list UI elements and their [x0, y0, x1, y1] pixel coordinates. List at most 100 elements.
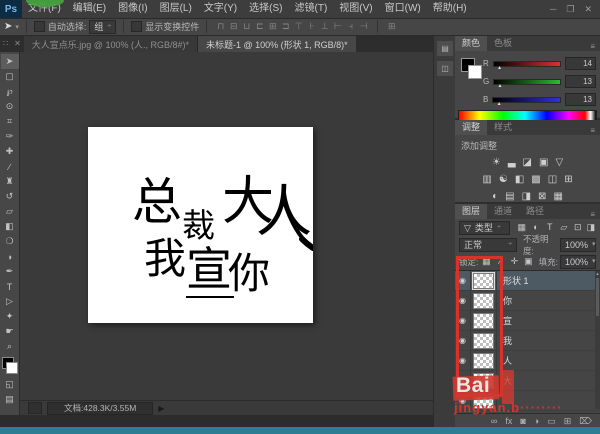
distribute-horizontal-centers-icon[interactable]: ⫞: [344, 21, 357, 32]
document-tab[interactable]: 大人宣点乐.jpg @ 100% (人., RGB/8#)*: [24, 36, 198, 52]
blue-value[interactable]: 13: [565, 93, 596, 106]
panel-menu-icon[interactable]: ≡: [590, 210, 600, 219]
filter-toggle-icon[interactable]: ◨: [586, 222, 596, 233]
layer-list-scrollbar[interactable]: ▲: [595, 271, 600, 409]
menu-item[interactable]: 编辑(E): [67, 0, 112, 18]
align-right-edges-icon[interactable]: ⊐: [279, 21, 292, 32]
black-white-icon[interactable]: ◧: [515, 174, 524, 185]
shape-tool[interactable]: ✦: [1, 309, 19, 324]
close-icon[interactable]: ✕: [584, 4, 592, 15]
brightness-contrast-icon[interactable]: ☀: [492, 157, 501, 168]
distribute-bottom-edges-icon[interactable]: ⊥: [318, 21, 331, 32]
brush-tool[interactable]: ∕: [1, 159, 19, 174]
tab-scroll-icon[interactable]: ∷: [0, 36, 11, 52]
channel-mixer-icon[interactable]: ◫: [548, 174, 557, 185]
panel-tab[interactable]: 图层: [455, 204, 487, 219]
blur-tool[interactable]: ❍: [1, 234, 19, 249]
blend-mode-dropdown[interactable]: 正常 ÷: [459, 238, 517, 252]
menu-item[interactable]: 视图(V): [333, 0, 378, 18]
menu-item[interactable]: 图层(L): [154, 0, 198, 18]
scroll-up-icon[interactable]: ▲: [595, 271, 600, 276]
slider-marker[interactable]: ▲: [497, 101, 502, 107]
panel-tab[interactable]: 样式: [487, 120, 519, 135]
move-tool-preset-icon[interactable]: ➤: [4, 21, 12, 32]
slider-marker[interactable]: ▲: [497, 65, 502, 71]
panel-tab[interactable]: 调整: [455, 120, 487, 135]
levels-icon[interactable]: ▃: [508, 157, 516, 168]
vibrance-icon[interactable]: ▽: [555, 157, 563, 168]
filter-pixel-layers-icon[interactable]: ▦: [516, 222, 528, 233]
align-bottom-edges-icon[interactable]: ⊔: [240, 21, 253, 32]
posterize-icon[interactable]: ▤: [505, 191, 514, 202]
properties-panel-icon[interactable]: ◫: [437, 61, 453, 76]
hand-tool[interactable]: ☛: [1, 324, 19, 339]
red-slider-track[interactable]: ▲: [493, 61, 561, 67]
eyedropper-tool[interactable]: ✑: [1, 129, 19, 144]
menu-item[interactable]: 窗口(W): [379, 0, 427, 18]
curves-icon[interactable]: ◪: [523, 157, 532, 168]
distribute-right-edges-icon[interactable]: ⊣: [357, 21, 370, 32]
background-color-swatch[interactable]: [468, 65, 482, 79]
path-selection-tool[interactable]: ▷: [1, 294, 19, 309]
invert-icon[interactable]: ◐: [492, 191, 498, 202]
align-vertical-centers-icon[interactable]: ⊟: [227, 21, 240, 32]
green-slider-track[interactable]: ▲: [493, 79, 561, 85]
layer-effects-icon[interactable]: fx: [505, 416, 512, 426]
healing-brush-tool[interactable]: ✚: [1, 144, 19, 159]
color-swatches[interactable]: [2, 357, 18, 374]
distribute-vertical-centers-icon[interactable]: ⊦: [305, 21, 318, 32]
status-expand-icon[interactable]: ▶: [158, 404, 164, 413]
arrange-icon[interactable]: ⊞: [385, 21, 398, 32]
lock-all-icon[interactable]: ▣: [522, 256, 534, 267]
background-color-swatch[interactable]: [6, 362, 18, 374]
history-brush-tool[interactable]: ↺: [1, 189, 19, 204]
opacity-dropdown[interactable]: 100% ▾: [560, 238, 596, 252]
crop-tool[interactable]: ⌗: [1, 114, 19, 129]
gradient-map-icon[interactable]: ▦: [553, 191, 562, 202]
panel-tab[interactable]: 路径: [519, 204, 551, 219]
menu-item[interactable]: 图像(I): [112, 0, 153, 18]
filter-adjustment-layers-icon[interactable]: ◐: [530, 222, 542, 233]
lock-position-icon[interactable]: ✛: [508, 256, 520, 267]
panel-tab[interactable]: 颜色: [455, 36, 487, 51]
new-layer-icon[interactable]: ⊞: [564, 416, 572, 427]
filter-shape-layers-icon[interactable]: ▱: [558, 222, 570, 233]
distribute-top-edges-icon[interactable]: ⊤: [292, 21, 305, 32]
photo-filter-icon[interactable]: ▩: [531, 174, 540, 185]
scrollbar-thumb[interactable]: [596, 278, 599, 316]
layer-mask-icon[interactable]: ◙: [520, 416, 525, 426]
panel-menu-icon[interactable]: ≡: [590, 126, 600, 135]
marquee-tool[interactable]: ▢: [1, 69, 19, 84]
pen-tool[interactable]: ✒: [1, 264, 19, 279]
clone-stamp-tool[interactable]: ♜: [1, 174, 19, 189]
align-top-edges-icon[interactable]: ⊓: [214, 21, 227, 32]
slider-marker[interactable]: ▲: [498, 83, 503, 89]
dodge-tool[interactable]: ◑: [1, 249, 19, 264]
auto-select-checkbox[interactable]: [34, 21, 45, 32]
history-panel-icon[interactable]: ▤: [437, 41, 453, 56]
restore-icon[interactable]: ❐: [566, 4, 574, 15]
type-tool[interactable]: T: [1, 279, 19, 294]
gradient-tool[interactable]: ◧: [1, 219, 19, 234]
tab-close-icon[interactable]: ✕: [11, 36, 24, 52]
auto-select-dropdown[interactable]: 组 ÷: [89, 20, 116, 34]
eraser-tool[interactable]: ▱: [1, 204, 19, 219]
distribute-left-edges-icon[interactable]: ⊢: [331, 21, 344, 32]
quick-selection-tool[interactable]: ⊙: [1, 99, 19, 114]
menu-item[interactable]: 帮助(H): [427, 0, 473, 18]
link-layers-icon[interactable]: ∞: [491, 416, 497, 426]
menu-item[interactable]: 滤镜(T): [289, 0, 334, 18]
menu-item[interactable]: 文字(Y): [198, 0, 243, 18]
red-slider[interactable]: R ▲ 14: [483, 57, 596, 70]
minimize-icon[interactable]: ─: [550, 4, 556, 15]
panel-menu-icon[interactable]: ≡: [590, 42, 600, 51]
green-value[interactable]: 13: [565, 75, 596, 88]
delete-layer-icon[interactable]: ⌦: [579, 416, 592, 427]
screen-mode-icon[interactable]: ▤: [1, 392, 19, 407]
filter-smart-objects-icon[interactable]: ⊡: [572, 222, 584, 233]
adjustment-layer-icon[interactable]: ◑: [534, 416, 539, 426]
zoom-level-box[interactable]: [28, 402, 42, 414]
color-balance-icon[interactable]: ☯: [499, 174, 508, 185]
fill-dropdown[interactable]: 100% ▾: [560, 255, 596, 269]
blue-slider[interactable]: B ▲ 13: [483, 93, 596, 106]
